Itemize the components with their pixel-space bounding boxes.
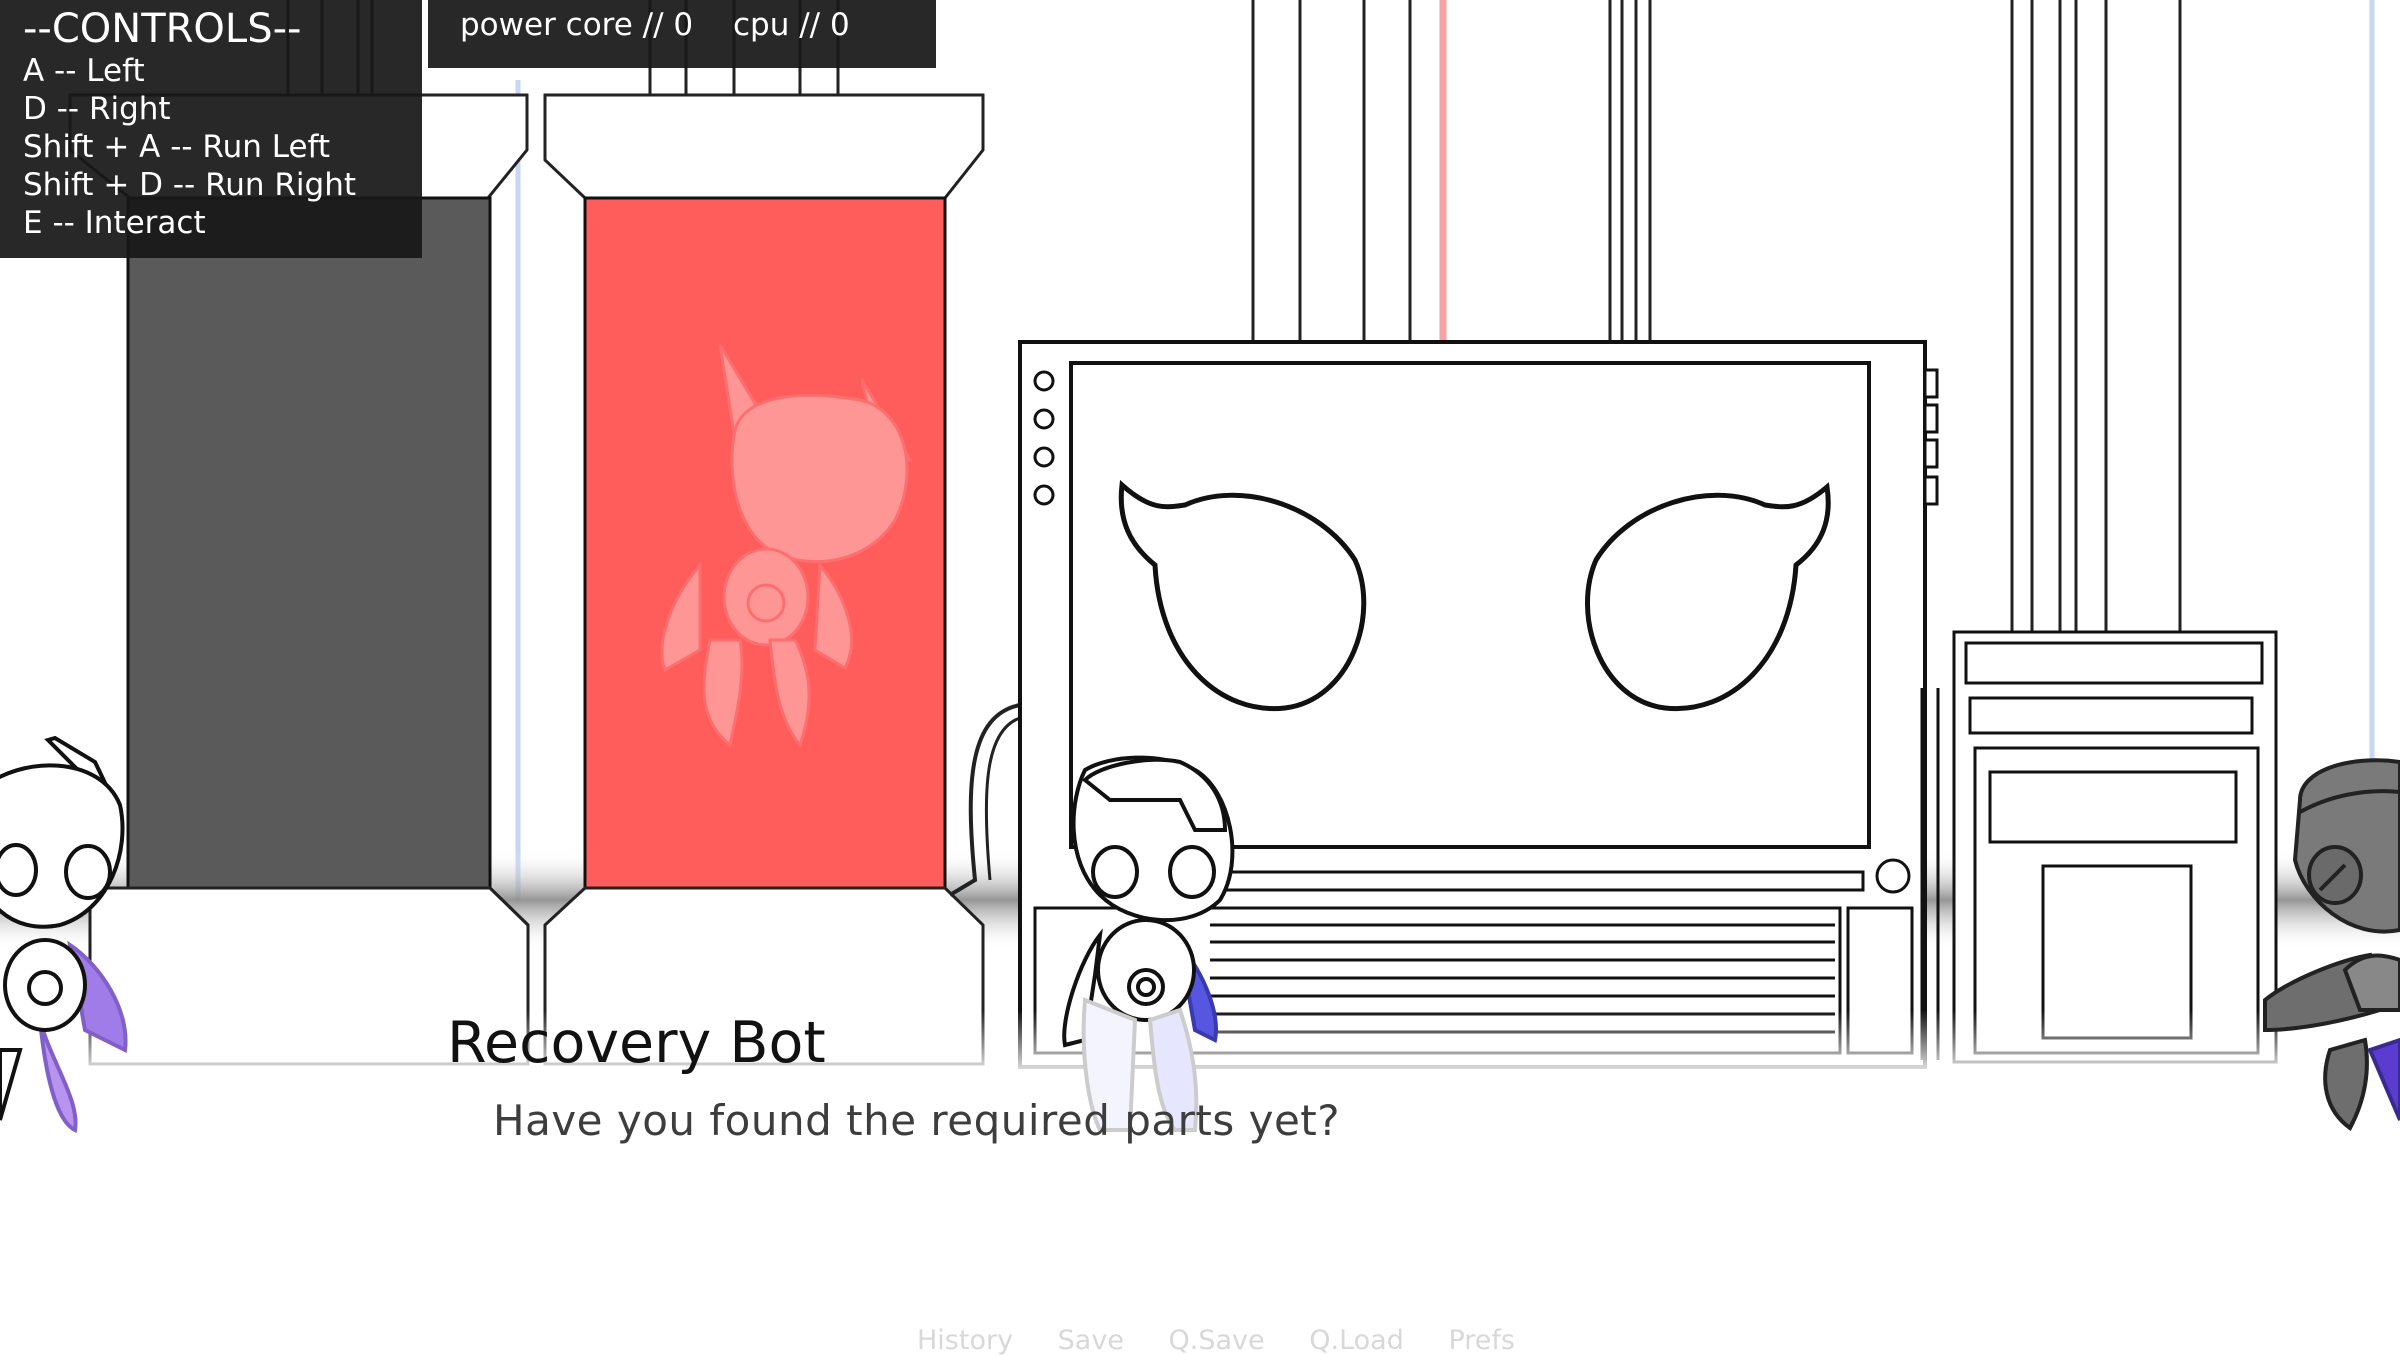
dialogue-speaker-name: Recovery Bot — [447, 1010, 826, 1076]
control-run-left: Shift + A -- Run Left — [23, 129, 331, 165]
red-capsule-pod — [543, 93, 985, 1066]
control-run-right: Shift + D -- Run Right — [23, 167, 357, 203]
controls-title: --CONTROLS-- — [23, 6, 302, 52]
control-move-left: A -- Left — [23, 53, 145, 89]
dialogue-text[interactable]: Have you found the required parts yet? — [493, 1096, 1340, 1145]
side-cabinet — [1920, 630, 2278, 1064]
control-move-right: D -- Right — [23, 91, 171, 127]
save-button[interactable]: Save — [1058, 1325, 1124, 1356]
preferences-button[interactable]: Prefs — [1448, 1325, 1515, 1356]
controls-panel: --CONTROLS-- A -- Left D -- Right Shift … — [0, 0, 422, 258]
power-core-counter: power core // 0 — [460, 7, 694, 43]
quick-menu: History Save Q.Save Q.Load Prefs — [917, 1325, 1551, 1356]
inventory-stats-panel: power core // 0 cpu // 0 — [428, 0, 936, 68]
cpu-counter: cpu // 0 — [733, 7, 850, 43]
quick-save-button[interactable]: Q.Save — [1169, 1325, 1265, 1356]
control-interact: E -- Interact — [23, 205, 206, 241]
history-button[interactable]: History — [917, 1325, 1013, 1356]
quick-load-button[interactable]: Q.Load — [1309, 1325, 1404, 1356]
